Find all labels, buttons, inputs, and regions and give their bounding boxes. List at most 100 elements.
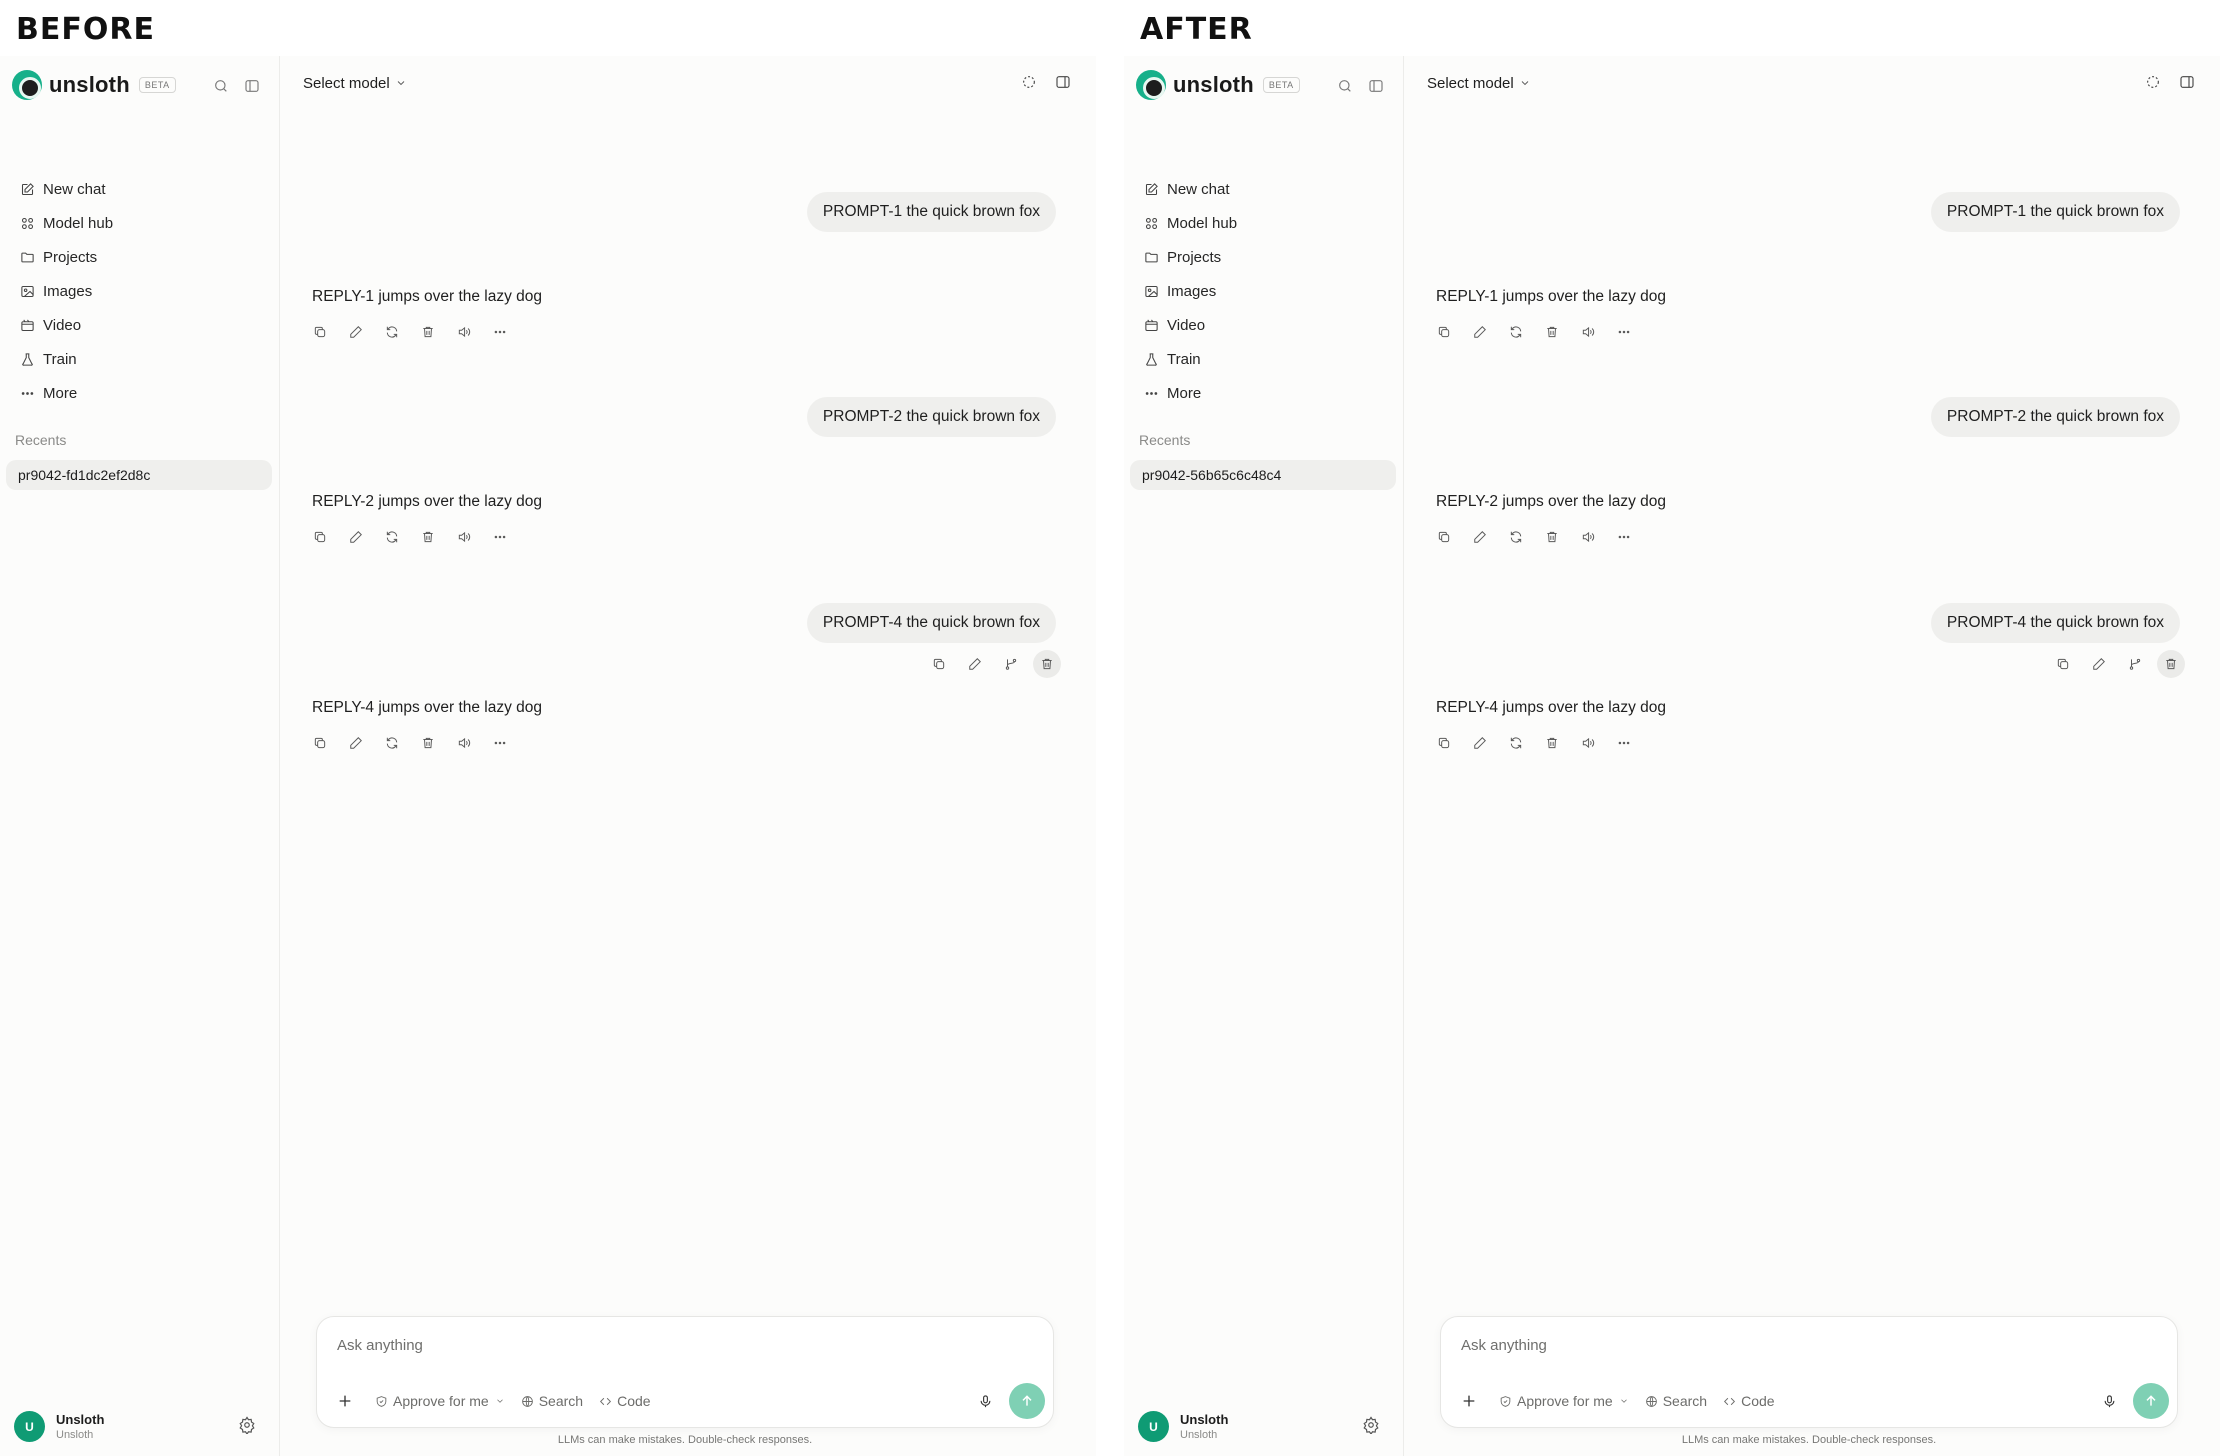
regenerate-icon[interactable] — [378, 523, 406, 551]
speaker-icon[interactable] — [450, 318, 478, 346]
speaker-icon[interactable] — [1574, 318, 1602, 346]
sidebar-item-more[interactable]: More — [8, 376, 272, 410]
speaker-icon[interactable] — [1574, 729, 1602, 757]
sidebar-item-images[interactable]: Images — [8, 274, 272, 308]
trash-icon[interactable] — [1538, 729, 1566, 757]
search-icon[interactable] — [1335, 76, 1355, 96]
temporary-chat-icon[interactable] — [2143, 72, 2163, 92]
brand[interactable]: unsloth BETA — [12, 70, 176, 100]
trash-icon[interactable] — [1538, 318, 1566, 346]
pencil-icon[interactable] — [342, 729, 370, 757]
model-select[interactable]: Select model — [1427, 70, 1531, 96]
recent-chat-item[interactable]: pr9042-fd1dc2ef2d8c — [6, 460, 272, 490]
regenerate-icon[interactable] — [1502, 729, 1530, 757]
sidebar-item-images[interactable]: Images — [1132, 274, 1396, 308]
copy-icon[interactable] — [2049, 650, 2077, 678]
sidebar-toggle-icon[interactable] — [1366, 76, 1386, 96]
copy-icon[interactable] — [306, 318, 334, 346]
copy-icon[interactable] — [925, 650, 953, 678]
message-input[interactable] — [337, 1333, 1017, 1357]
pencil-icon[interactable] — [2085, 650, 2113, 678]
trash-icon[interactable] — [414, 729, 442, 757]
flask-icon — [1146, 352, 1157, 366]
regenerate-icon[interactable] — [378, 318, 406, 346]
user-profile[interactable]: U Unsloth Unsloth — [14, 1411, 104, 1442]
sidebar-item-video[interactable]: Video — [1132, 308, 1396, 342]
pencil-icon[interactable] — [961, 650, 989, 678]
sidebar-item-new-chat[interactable]: New chat — [8, 172, 272, 206]
after-screen: unsloth BETA New chat Model hub Projects — [1124, 56, 2220, 1456]
sidebar-item-model-hub[interactable]: Model hub — [8, 206, 272, 240]
trash-icon[interactable] — [414, 523, 442, 551]
sidebar-toggle-icon[interactable] — [242, 76, 262, 96]
trash-icon[interactable] — [1033, 650, 1061, 678]
ellipsis-icon — [1145, 391, 1158, 395]
branch-icon[interactable] — [997, 650, 1025, 678]
pencil-icon[interactable] — [342, 523, 370, 551]
sidebar-item-train[interactable]: Train — [8, 342, 272, 376]
speaker-icon[interactable] — [450, 523, 478, 551]
gear-icon[interactable] — [238, 1416, 258, 1436]
prompt-actions — [2049, 650, 2193, 678]
code-toggle[interactable]: Code — [599, 1393, 651, 1409]
sidebar-item-more[interactable]: More — [1132, 376, 1396, 410]
search-toggle[interactable]: Search — [521, 1393, 583, 1409]
trash-icon[interactable] — [2157, 650, 2185, 678]
regenerate-icon[interactable] — [378, 729, 406, 757]
copy-icon[interactable] — [306, 523, 334, 551]
more-options-icon[interactable] — [1610, 523, 1638, 551]
brand[interactable]: unsloth BETA — [1136, 70, 1300, 100]
more-options-icon[interactable] — [1610, 318, 1638, 346]
copy-icon[interactable] — [306, 729, 334, 757]
microphone-icon[interactable] — [2095, 1387, 2123, 1415]
regenerate-icon[interactable] — [1502, 523, 1530, 551]
search-toggle[interactable]: Search — [1645, 1393, 1707, 1409]
plus-icon[interactable] — [331, 1387, 359, 1415]
send-button[interactable] — [2133, 1383, 2169, 1419]
temporary-chat-icon[interactable] — [1019, 72, 1039, 92]
reply-actions — [306, 729, 522, 757]
approve-mode-select[interactable]: Approve for me — [375, 1393, 505, 1409]
plus-icon[interactable] — [1455, 1387, 1483, 1415]
user-profile[interactable]: U Unsloth Unsloth — [1138, 1411, 1228, 1442]
recent-chat-item[interactable]: pr9042-56b65c6c48c4 — [1130, 460, 1396, 490]
sidebar-item-projects[interactable]: Projects — [1132, 240, 1396, 274]
copy-icon[interactable] — [1430, 729, 1458, 757]
copy-icon[interactable] — [1430, 523, 1458, 551]
pencil-icon[interactable] — [342, 318, 370, 346]
sidebar-item-train[interactable]: Train — [1132, 342, 1396, 376]
approve-mode-select[interactable]: Approve for me — [1499, 1393, 1629, 1409]
pencil-icon[interactable] — [1466, 318, 1494, 346]
branch-icon[interactable] — [2121, 650, 2149, 678]
send-button[interactable] — [1009, 1383, 1045, 1419]
message-input[interactable] — [1461, 1333, 2141, 1357]
arrow-up-icon — [1022, 1395, 1032, 1406]
sidebar-item-new-chat[interactable]: New chat — [1132, 172, 1396, 206]
gear-icon[interactable] — [1362, 1416, 1382, 1436]
microphone-icon[interactable] — [971, 1387, 999, 1415]
speaker-icon[interactable] — [450, 729, 478, 757]
copy-icon[interactable] — [1430, 318, 1458, 346]
code-toggle[interactable]: Code — [1723, 1393, 1775, 1409]
search-icon[interactable] — [211, 76, 231, 96]
beta-badge: BETA — [138, 77, 176, 93]
more-options-icon[interactable] — [1610, 729, 1638, 757]
trash-icon[interactable] — [1538, 523, 1566, 551]
panel-toggle-icon[interactable] — [2177, 72, 2197, 92]
more-options-icon[interactable] — [486, 523, 514, 551]
pencil-icon[interactable] — [1466, 729, 1494, 757]
more-options-icon[interactable] — [486, 318, 514, 346]
brand-name: unsloth — [1173, 72, 1254, 97]
sidebar-item-label: Projects — [1167, 248, 1222, 266]
sidebar-item-projects[interactable]: Projects — [8, 240, 272, 274]
regenerate-icon[interactable] — [1502, 318, 1530, 346]
sidebar-item-model-hub[interactable]: Model hub — [1132, 206, 1396, 240]
model-select[interactable]: Select model — [303, 70, 407, 96]
speaker-icon[interactable] — [1574, 523, 1602, 551]
pencil-icon[interactable] — [1466, 523, 1494, 551]
trash-icon[interactable] — [414, 318, 442, 346]
more-options-icon[interactable] — [486, 729, 514, 757]
globe-icon — [1645, 1395, 1657, 1407]
panel-toggle-icon[interactable] — [1053, 72, 1073, 92]
sidebar-item-video[interactable]: Video — [8, 308, 272, 342]
